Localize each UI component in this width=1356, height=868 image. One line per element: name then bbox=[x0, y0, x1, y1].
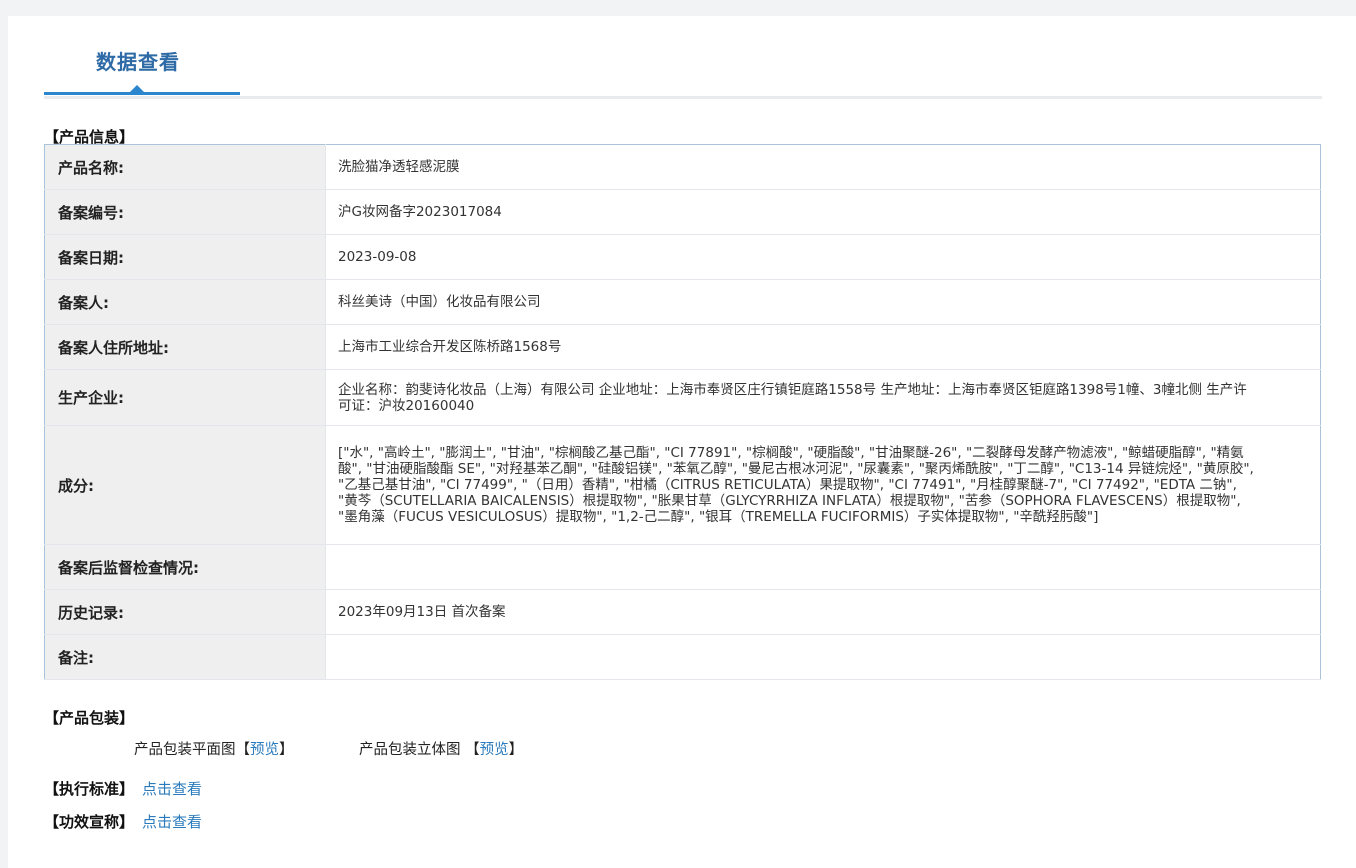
row-value: 沪G妆网备字2023017084 bbox=[325, 189, 1321, 235]
row-value: ["水", "高岭土", "膨润土", "甘油", "棕榈酸乙基己酯", "CI… bbox=[325, 425, 1321, 545]
table-row: 备案人: 科丝美诗（中国）化妆品有限公司 bbox=[44, 279, 1321, 325]
table-row: 生产企业: 企业名称：韵斐诗化妆品（上海）有限公司 企业地址：上海市奉贤区庄行镇… bbox=[44, 369, 1321, 426]
row-value bbox=[325, 634, 1321, 680]
row-label: 备案人住所地址: bbox=[44, 324, 326, 370]
standard-line: 【执行标准】 点击查看 bbox=[44, 778, 202, 799]
row-label: 备案后监督检查情况: bbox=[44, 544, 326, 590]
standard-view-link[interactable]: 点击查看 bbox=[142, 780, 202, 798]
row-value: 上海市工业综合开发区陈桥路1568号 bbox=[325, 324, 1321, 370]
row-label: 备案编号: bbox=[44, 189, 326, 235]
table-row: 备案人住所地址: 上海市工业综合开发区陈桥路1568号 bbox=[44, 324, 1321, 370]
tab-bar: 数据查看 bbox=[44, 16, 1322, 99]
tab-active-caret-icon bbox=[130, 85, 144, 92]
product-info-table: 产品名称: 洗脸猫净透轻感泥膜 备案编号: 沪G妆网备字2023017084 备… bbox=[44, 144, 1321, 680]
tab-active-underline bbox=[44, 92, 240, 95]
row-value: 科丝美诗（中国）化妆品有限公司 bbox=[325, 279, 1321, 325]
row-value: 企业名称：韵斐诗化妆品（上海）有限公司 企业地址：上海市奉贤区庄行镇钜庭路155… bbox=[325, 369, 1321, 426]
packaging-solid-preview: 产品包装立体图 【预览】 bbox=[359, 738, 523, 759]
row-label: 生产企业: bbox=[44, 369, 326, 426]
row-label: 产品名称: bbox=[44, 144, 326, 190]
packaging-flat-preview-link[interactable]: 预览 bbox=[250, 742, 279, 758]
row-label: 备注: bbox=[44, 634, 326, 680]
table-row: 备注: bbox=[44, 634, 1321, 680]
efficacy-view-link[interactable]: 点击查看 bbox=[142, 813, 202, 831]
row-value bbox=[325, 544, 1321, 590]
tab-data-view[interactable]: 数据查看 bbox=[96, 46, 180, 75]
row-value: 洗脸猫净透轻感泥膜 bbox=[325, 144, 1321, 190]
packaging-flat-label: 产品包装平面图【 bbox=[134, 742, 250, 758]
table-row: 备案日期: 2023-09-08 bbox=[44, 234, 1321, 280]
row-value: 2023年09月13日 首次备案 bbox=[325, 589, 1321, 635]
row-value: 2023-09-08 bbox=[325, 234, 1321, 280]
table-row: 历史记录: 2023年09月13日 首次备案 bbox=[44, 589, 1321, 635]
table-row: 备案后监督检查情况: bbox=[44, 544, 1321, 590]
row-label: 成分: bbox=[44, 425, 326, 545]
table-row: 成分: ["水", "高岭土", "膨润土", "甘油", "棕榈酸乙基己酯",… bbox=[44, 425, 1321, 545]
packaging-flat-close: 】 bbox=[279, 742, 294, 758]
packaging-solid-preview-link[interactable]: 预览 bbox=[480, 742, 509, 758]
efficacy-line: 【功效宣称】 点击查看 bbox=[44, 811, 202, 832]
page: 数据查看 【产品信息】 产品名称: 洗脸猫净透轻感泥膜 备案编号: 沪G妆网备字… bbox=[8, 16, 1356, 868]
packaging-flat-preview: 产品包装平面图【预览】 bbox=[134, 738, 294, 759]
row-label: 备案人: bbox=[44, 279, 326, 325]
efficacy-label: 【功效宣称】 bbox=[44, 813, 135, 831]
packaging-solid-label: 产品包装立体图 【 bbox=[359, 742, 480, 758]
row-label: 历史记录: bbox=[44, 589, 326, 635]
row-label: 备案日期: bbox=[44, 234, 326, 280]
packaging-solid-close: 】 bbox=[508, 742, 524, 758]
table-row: 备案编号: 沪G妆网备字2023017084 bbox=[44, 189, 1321, 235]
packaging-heading: 【产品包装】 bbox=[44, 709, 135, 727]
standard-label: 【执行标准】 bbox=[44, 780, 135, 798]
table-row: 产品名称: 洗脸猫净透轻感泥膜 bbox=[44, 144, 1321, 190]
